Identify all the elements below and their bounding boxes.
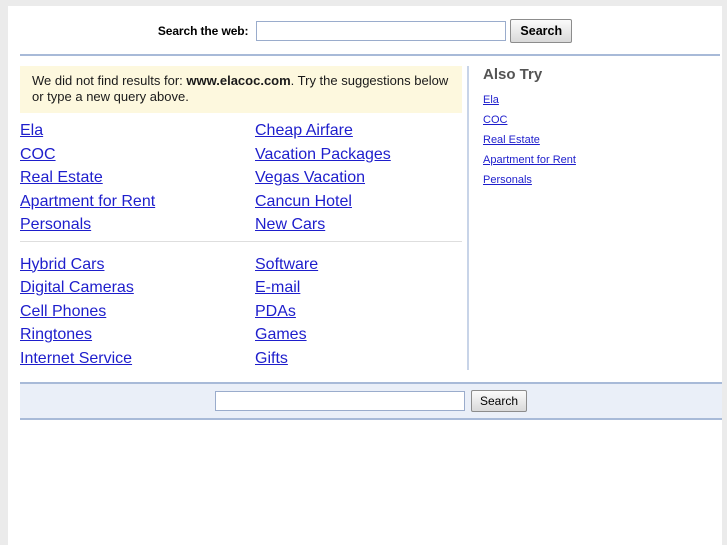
page-container: Search the web: Search We did not find r…: [8, 6, 722, 545]
also-try-link[interactable]: Apartment for Rent: [483, 150, 707, 170]
suggestion-link[interactable]: PDAs: [255, 300, 476, 324]
suggestion-link[interactable]: Cancun Hotel: [255, 190, 476, 214]
suggestion-link[interactable]: Personals: [20, 213, 241, 237]
also-try-title: Also Try: [483, 66, 543, 83]
search-button[interactable]: Search: [510, 19, 573, 43]
content-area: We did not find results for: www.elacoc.…: [8, 56, 722, 370]
no-results-notice: We did not find results for: www.elacoc.…: [20, 66, 462, 113]
suggestion-link[interactable]: New Cars: [255, 213, 476, 237]
suggestion-link[interactable]: Digital Cameras: [20, 276, 241, 300]
suggestion-column-2: Cheap Airfare Vacation Packages Vegas Va…: [241, 119, 476, 237]
suggestion-link[interactable]: Apartment for Rent: [20, 190, 241, 214]
suggestion-link[interactable]: Ela: [20, 119, 241, 143]
also-try-link[interactable]: Real Estate: [483, 130, 707, 150]
main-column: We did not find results for: www.elacoc.…: [8, 66, 463, 370]
suggestion-link[interactable]: COC: [20, 143, 241, 167]
suggestion-link[interactable]: Real Estate: [20, 166, 241, 190]
notice-query: www.elacoc.com: [186, 73, 291, 88]
search-input[interactable]: [256, 21, 507, 41]
suggestion-group-divider: [20, 240, 462, 242]
suggestion-link[interactable]: Cheap Airfare: [255, 119, 476, 143]
suggestion-link[interactable]: E-mail: [255, 276, 476, 300]
suggestion-group-2: Hybrid Cars Digital Cameras Cell Phones …: [20, 247, 463, 371]
suggestion-group-1: Ela COC Real Estate Apartment for Rent P…: [20, 113, 463, 237]
suggestion-link[interactable]: Games: [255, 323, 476, 347]
bottom-search-input[interactable]: [214, 391, 465, 411]
also-try-sidebar: Also Try Ela COC Real Estate Apartment f…: [467, 66, 707, 370]
suggestion-link[interactable]: Cell Phones: [20, 300, 241, 324]
top-search-form: Search the web: Search: [8, 6, 722, 54]
suggestion-column-1: Ela COC Real Estate Apartment for Rent P…: [20, 119, 241, 237]
also-try-link[interactable]: Personals: [483, 170, 707, 190]
also-try-link[interactable]: Ela: [483, 90, 707, 110]
suggestion-link[interactable]: Vacation Packages: [255, 143, 476, 167]
suggestion-link[interactable]: Vegas Vacation: [255, 166, 476, 190]
suggestion-link[interactable]: Hybrid Cars: [20, 253, 241, 277]
suggestion-link[interactable]: Internet Service: [20, 347, 241, 371]
bottom-search-form: Search: [20, 382, 722, 420]
bottom-search-button[interactable]: Search: [470, 390, 528, 412]
suggestion-column-3: Hybrid Cars Digital Cameras Cell Phones …: [20, 253, 241, 371]
notice-prefix: We did not find results for:: [32, 73, 187, 88]
suggestion-link[interactable]: Software: [255, 253, 476, 277]
suggestion-column-4: Software E-mail PDAs Games Gifts: [241, 253, 476, 371]
suggestion-link[interactable]: Ringtones: [20, 323, 241, 347]
footer-blank-area: [8, 420, 722, 545]
top-search-label: Search the web:: [157, 24, 249, 38]
also-try-link[interactable]: COC: [483, 110, 707, 130]
suggestion-link[interactable]: Gifts: [255, 347, 476, 371]
